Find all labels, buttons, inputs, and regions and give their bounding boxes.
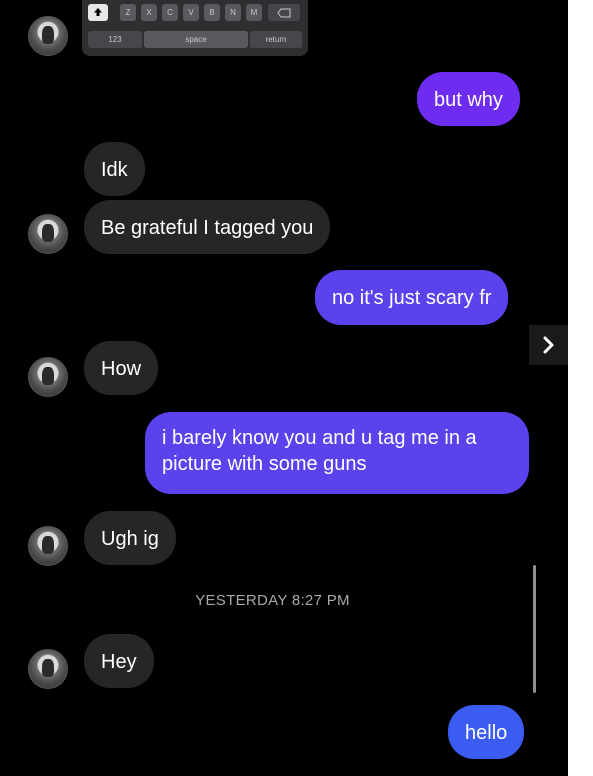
keyboard-fragment: Z X C V B N M 123 space return bbox=[82, 0, 308, 56]
message-bubble-incoming[interactable]: Idk bbox=[84, 142, 145, 196]
message-bubble-outgoing[interactable]: i barely know you and u tag me in a pict… bbox=[145, 412, 529, 494]
backspace-icon bbox=[277, 8, 291, 18]
message-bubble-incoming[interactable]: Hey bbox=[84, 634, 154, 688]
shift-key[interactable] bbox=[88, 4, 108, 21]
key-b[interactable]: B bbox=[204, 4, 220, 21]
message-bubble-incoming[interactable]: How bbox=[84, 341, 159, 395]
message-bubble-outgoing[interactable]: hello bbox=[448, 705, 525, 759]
next-button[interactable] bbox=[529, 325, 568, 365]
timestamp: YESTERDAY 8:27 PM bbox=[195, 592, 350, 609]
return-key[interactable]: return bbox=[250, 31, 302, 48]
key-x[interactable]: X bbox=[141, 4, 157, 21]
key-v[interactable]: V bbox=[183, 4, 199, 21]
message-bubble-incoming[interactable]: Ugh ig bbox=[84, 511, 176, 565]
numbers-key[interactable]: 123 bbox=[88, 31, 142, 48]
key-z[interactable]: Z bbox=[120, 4, 136, 21]
avatar[interactable] bbox=[28, 649, 68, 689]
message-bubble-outgoing[interactable]: no it's just scary fr bbox=[315, 270, 509, 325]
message-bubble-incoming[interactable]: Be grateful I tagged you bbox=[84, 200, 331, 254]
chat-thread: Z X C V B N M 123 space return but why I… bbox=[0, 0, 568, 776]
key-m[interactable]: M bbox=[246, 4, 262, 21]
message-bubble-outgoing[interactable]: but why bbox=[417, 72, 520, 126]
avatar[interactable] bbox=[28, 526, 68, 566]
key-c[interactable]: C bbox=[162, 4, 178, 21]
key-n[interactable]: N bbox=[225, 4, 241, 21]
avatar[interactable] bbox=[28, 16, 68, 56]
backspace-key[interactable] bbox=[268, 4, 300, 21]
space-key[interactable]: space bbox=[144, 31, 248, 48]
scrollbar[interactable] bbox=[533, 565, 536, 693]
avatar[interactable] bbox=[28, 214, 68, 254]
avatar[interactable] bbox=[28, 357, 68, 397]
chevron-right-icon bbox=[543, 336, 553, 354]
